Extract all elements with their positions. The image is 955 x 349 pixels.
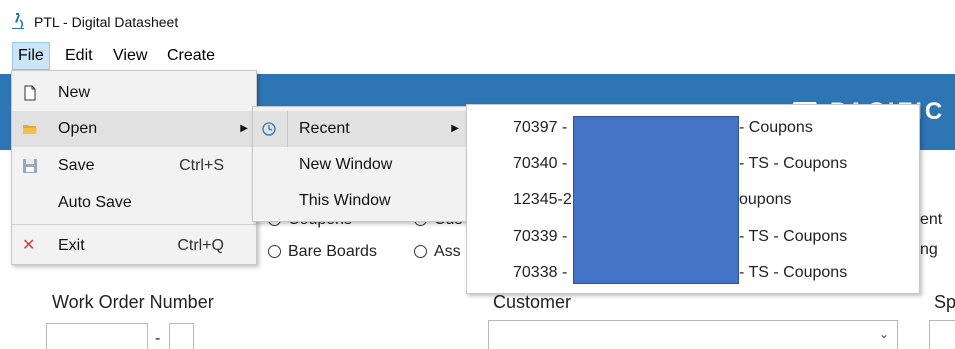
folder-open-icon <box>23 125 37 134</box>
menu-item-new-window[interactable]: New Window <box>253 147 467 183</box>
save-icon <box>23 159 37 173</box>
menu-item-new[interactable]: New <box>12 75 256 111</box>
customer-label: Customer <box>493 292 572 312</box>
work-order-label: Work Order Number <box>52 292 214 312</box>
radio-assembly[interactable]: Ass <box>414 242 461 262</box>
radio-bare-boards[interactable]: Bare Boards <box>268 242 377 262</box>
redaction-block <box>573 116 739 284</box>
menu-item-recent[interactable]: Recent ▶ <box>253 111 467 147</box>
menu-separator <box>12 224 256 225</box>
menu-divider <box>287 111 288 147</box>
menu-file[interactable]: File <box>12 42 50 70</box>
menu-edit[interactable]: Edit <box>60 42 98 70</box>
chevron-down-icon: ⌄ <box>878 327 889 341</box>
menu-view[interactable]: View <box>108 42 152 70</box>
title-bar: PTL - Digital Datasheet <box>0 0 955 40</box>
microscope-icon <box>12 13 24 29</box>
menu-item-this-window[interactable]: This Window <box>253 183 467 219</box>
clock-icon <box>262 122 276 136</box>
menu-item-exit[interactable]: ✕ Exit Ctrl+Q <box>12 228 256 264</box>
radio-partial-ng[interactable]: ng <box>920 240 938 260</box>
sp-input[interactable] <box>929 320 955 349</box>
new-file-icon <box>24 85 36 101</box>
work-order-dash: - <box>155 330 161 347</box>
work-order-input[interactable] <box>46 323 148 349</box>
work-order-suffix-input[interactable] <box>169 323 194 349</box>
menu-item-open[interactable]: Open ▶ <box>12 111 256 147</box>
file-menu: New Open ▶ Save Ctrl+S Auto Save ✕ Exit … <box>11 70 257 265</box>
close-icon: ✕ <box>22 237 36 254</box>
sp-label: Sp <box>934 292 955 312</box>
menu-item-save[interactable]: Save Ctrl+S <box>12 148 256 184</box>
window-title: PTL - Digital Datasheet <box>34 14 179 30</box>
open-submenu: Recent ▶ New Window This Window <box>252 106 468 222</box>
submenu-arrow-icon: ▶ <box>451 123 459 134</box>
submenu-arrow-icon: ▶ <box>240 123 248 134</box>
menu-item-auto-save[interactable]: Auto Save <box>12 185 256 221</box>
menu-create[interactable]: Create <box>162 42 220 70</box>
customer-select[interactable]: ⌄ <box>488 320 898 349</box>
radio-partial-ent[interactable]: ent <box>920 210 942 230</box>
menu-bar: File Edit View Create <box>0 42 955 70</box>
